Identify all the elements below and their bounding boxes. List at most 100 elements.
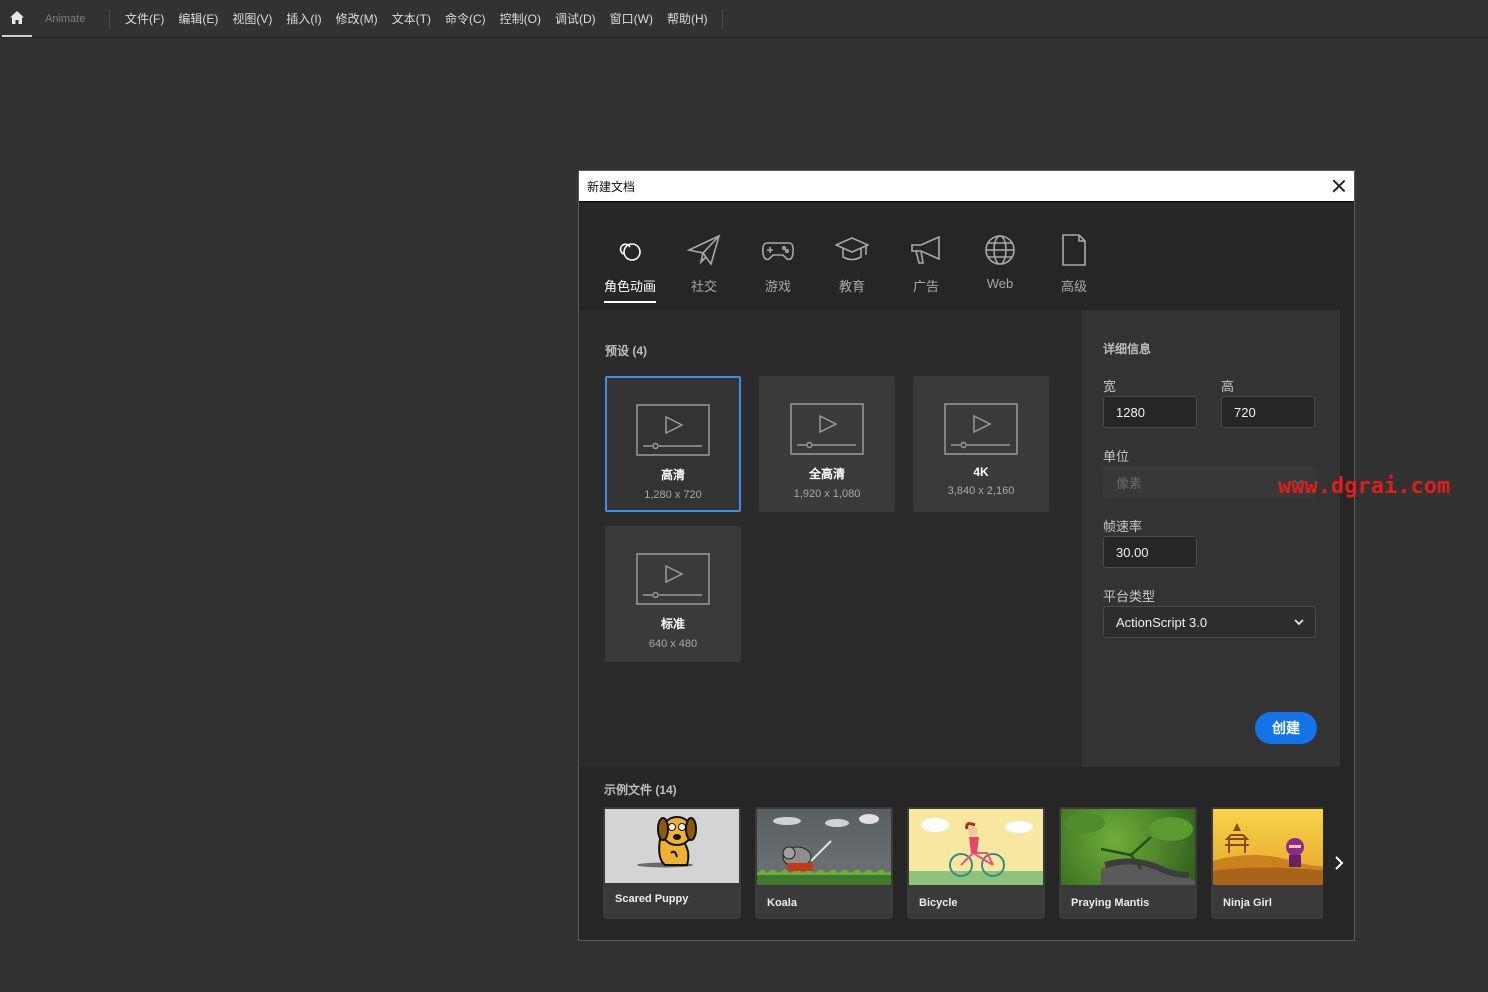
sample-scared-puppy[interactable]: Scared Puppy <box>603 807 741 919</box>
menubar-separator-end <box>721 8 723 29</box>
sample-koala[interactable]: Koala <box>755 807 893 919</box>
tab-label: Web <box>986 276 1014 291</box>
main-menu: 文件(F) 编辑(E) 视图(V) 插入(I) 修改(M) 文本(T) 命令(C… <box>125 10 722 27</box>
fps-label: 帧速率 <box>1103 519 1143 534</box>
sample-thumbnail <box>757 809 891 885</box>
sample-bicycle[interactable]: Bicycle <box>907 807 1045 919</box>
tab-label: 教育 <box>838 279 865 294</box>
preset-size: 1,920 x 1,080 <box>793 488 861 500</box>
height-field[interactable]: 720 <box>1221 396 1315 428</box>
menu-debug[interactable]: 调试(D) <box>555 10 596 27</box>
preset-size: 640 x 480 <box>648 638 698 650</box>
sample-name: Ninja Girl <box>1223 897 1272 909</box>
tab-education[interactable]: 教育 <box>815 233 889 303</box>
watermark-text: www.dgrai.com <box>1278 474 1451 499</box>
samples-title: 示例文件 (14) <box>604 783 677 797</box>
preset-size: 1,280 x 720 <box>644 489 702 501</box>
tab-advanced[interactable]: 高级 <box>1037 233 1111 303</box>
menu-edit[interactable]: 编辑(E) <box>178 10 218 27</box>
tab-label: 高级 <box>1060 279 1087 294</box>
menu-control[interactable]: 控制(O) <box>500 10 541 27</box>
sample-praying-mantis[interactable]: Praying Mantis <box>1059 807 1197 919</box>
app-name: Animate <box>45 12 86 25</box>
presets-panel: 预设 (4) 高清 1,280 x 720 全高清 1,920 x 1,080 … <box>580 310 1080 767</box>
new-document-dialog: 新建文档 角色动画 社交 游戏 教育 广告 Web 高级 预设 (4) 高清 1… <box>578 170 1355 941</box>
menu-window[interactable]: 窗口(W) <box>610 10 653 27</box>
video-preset-icon <box>944 403 1018 455</box>
sample-name: Koala <box>767 897 797 909</box>
unit-value: 像素 <box>1116 475 1143 491</box>
details-panel: 详细信息 宽 1280 高 720 单位 像素 帧速率 30.00 平台类型 A… <box>1081 310 1340 767</box>
sample-name: Bicycle <box>919 897 958 909</box>
preset-name: 标准 <box>660 617 685 631</box>
tab-games[interactable]: 游戏 <box>741 233 815 303</box>
preset-name: 全高清 <box>808 467 845 481</box>
preset-full-hd[interactable]: 全高清 1,920 x 1,080 <box>759 376 895 512</box>
gamepad-icon <box>762 242 794 261</box>
width-label: 宽 <box>1103 379 1117 394</box>
tab-social[interactable]: 社交 <box>667 233 741 303</box>
menu-insert[interactable]: 插入(I) <box>286 10 321 27</box>
tab-label: 广告 <box>912 279 939 294</box>
sample-thumbnail <box>605 809 739 883</box>
video-preset-icon <box>636 404 710 456</box>
menubar: Animate 文件(F) 编辑(E) 视图(V) 插入(I) 修改(M) 文本… <box>0 0 1488 38</box>
preset-standard[interactable]: 标准 640 x 480 <box>605 526 741 662</box>
video-preset-icon <box>790 403 864 455</box>
sample-thumbnail <box>1213 809 1323 885</box>
menu-commands[interactable]: 命令(C) <box>445 10 486 27</box>
paper-plane-icon <box>687 234 721 266</box>
platform-select[interactable]: ActionScript 3.0 <box>1103 606 1316 638</box>
dialog-title: 新建文档 <box>587 179 636 194</box>
megaphone-icon <box>911 235 940 264</box>
chevron-down-icon <box>1294 619 1304 626</box>
preset-name: 高清 <box>660 468 685 482</box>
category-tabs: 角色动画 社交 游戏 教育 广告 Web 高级 <box>593 233 1111 303</box>
width-field[interactable]: 1280 <box>1103 396 1197 428</box>
home-button[interactable] <box>2 1 32 37</box>
menu-file[interactable]: 文件(F) <box>125 10 164 27</box>
menu-modify[interactable]: 修改(M) <box>336 10 378 27</box>
document-icon <box>1062 234 1086 266</box>
bicycle-illustration <box>909 818 1043 885</box>
details-title: 详细信息 <box>1103 342 1152 356</box>
menu-help[interactable]: 帮助(H) <box>667 10 708 27</box>
unit-label: 单位 <box>1103 449 1130 464</box>
character-animation-icon <box>619 243 641 261</box>
tab-character-animation[interactable]: 角色动画 <box>593 233 667 303</box>
presets-title: 预设 (4) <box>605 344 648 358</box>
samples-carousel: Scared Puppy Koala Bicycle Praying Manti… <box>603 807 1323 919</box>
tab-label: 角色动画 <box>603 276 656 303</box>
tab-label: 游戏 <box>764 279 791 294</box>
graduation-cap-icon <box>835 237 869 261</box>
close-icon[interactable] <box>1332 179 1346 193</box>
chevron-right-icon[interactable] <box>1333 855 1345 871</box>
menubar-separator <box>109 8 110 29</box>
menu-view[interactable]: 视图(V) <box>232 10 272 27</box>
tab-web[interactable]: Web <box>963 233 1037 303</box>
preset-hd[interactable]: 高清 1,280 x 720 <box>605 376 741 512</box>
preset-4k[interactable]: 4K 3,840 x 2,160 <box>913 376 1049 512</box>
globe-icon <box>985 235 1015 265</box>
platform-label: 平台类型 <box>1103 589 1156 604</box>
sample-thumbnail <box>909 809 1043 885</box>
sample-thumbnail <box>1061 809 1195 885</box>
home-icon <box>10 11 24 24</box>
preset-name: 4K <box>973 465 989 479</box>
sample-ninja-girl[interactable]: Ninja Girl <box>1211 807 1323 919</box>
tab-ads[interactable]: 广告 <box>889 233 963 303</box>
create-button[interactable]: 创建 <box>1255 712 1317 744</box>
tab-label: 社交 <box>690 279 717 294</box>
platform-value: ActionScript 3.0 <box>1116 614 1208 630</box>
sample-name: Scared Puppy <box>615 893 689 905</box>
puppy-illustration <box>637 816 697 868</box>
fps-field[interactable]: 30.00 <box>1103 536 1197 568</box>
preset-size: 3,840 x 2,160 <box>947 485 1015 497</box>
dialog-titlebar: 新建文档 <box>579 171 1354 202</box>
ninja-girl-illustration <box>1213 823 1323 885</box>
sample-name: Praying Mantis <box>1071 897 1150 909</box>
video-preset-icon <box>636 553 710 605</box>
height-label: 高 <box>1221 379 1235 394</box>
koala-illustration <box>757 814 891 885</box>
menu-text[interactable]: 文本(T) <box>392 10 431 27</box>
